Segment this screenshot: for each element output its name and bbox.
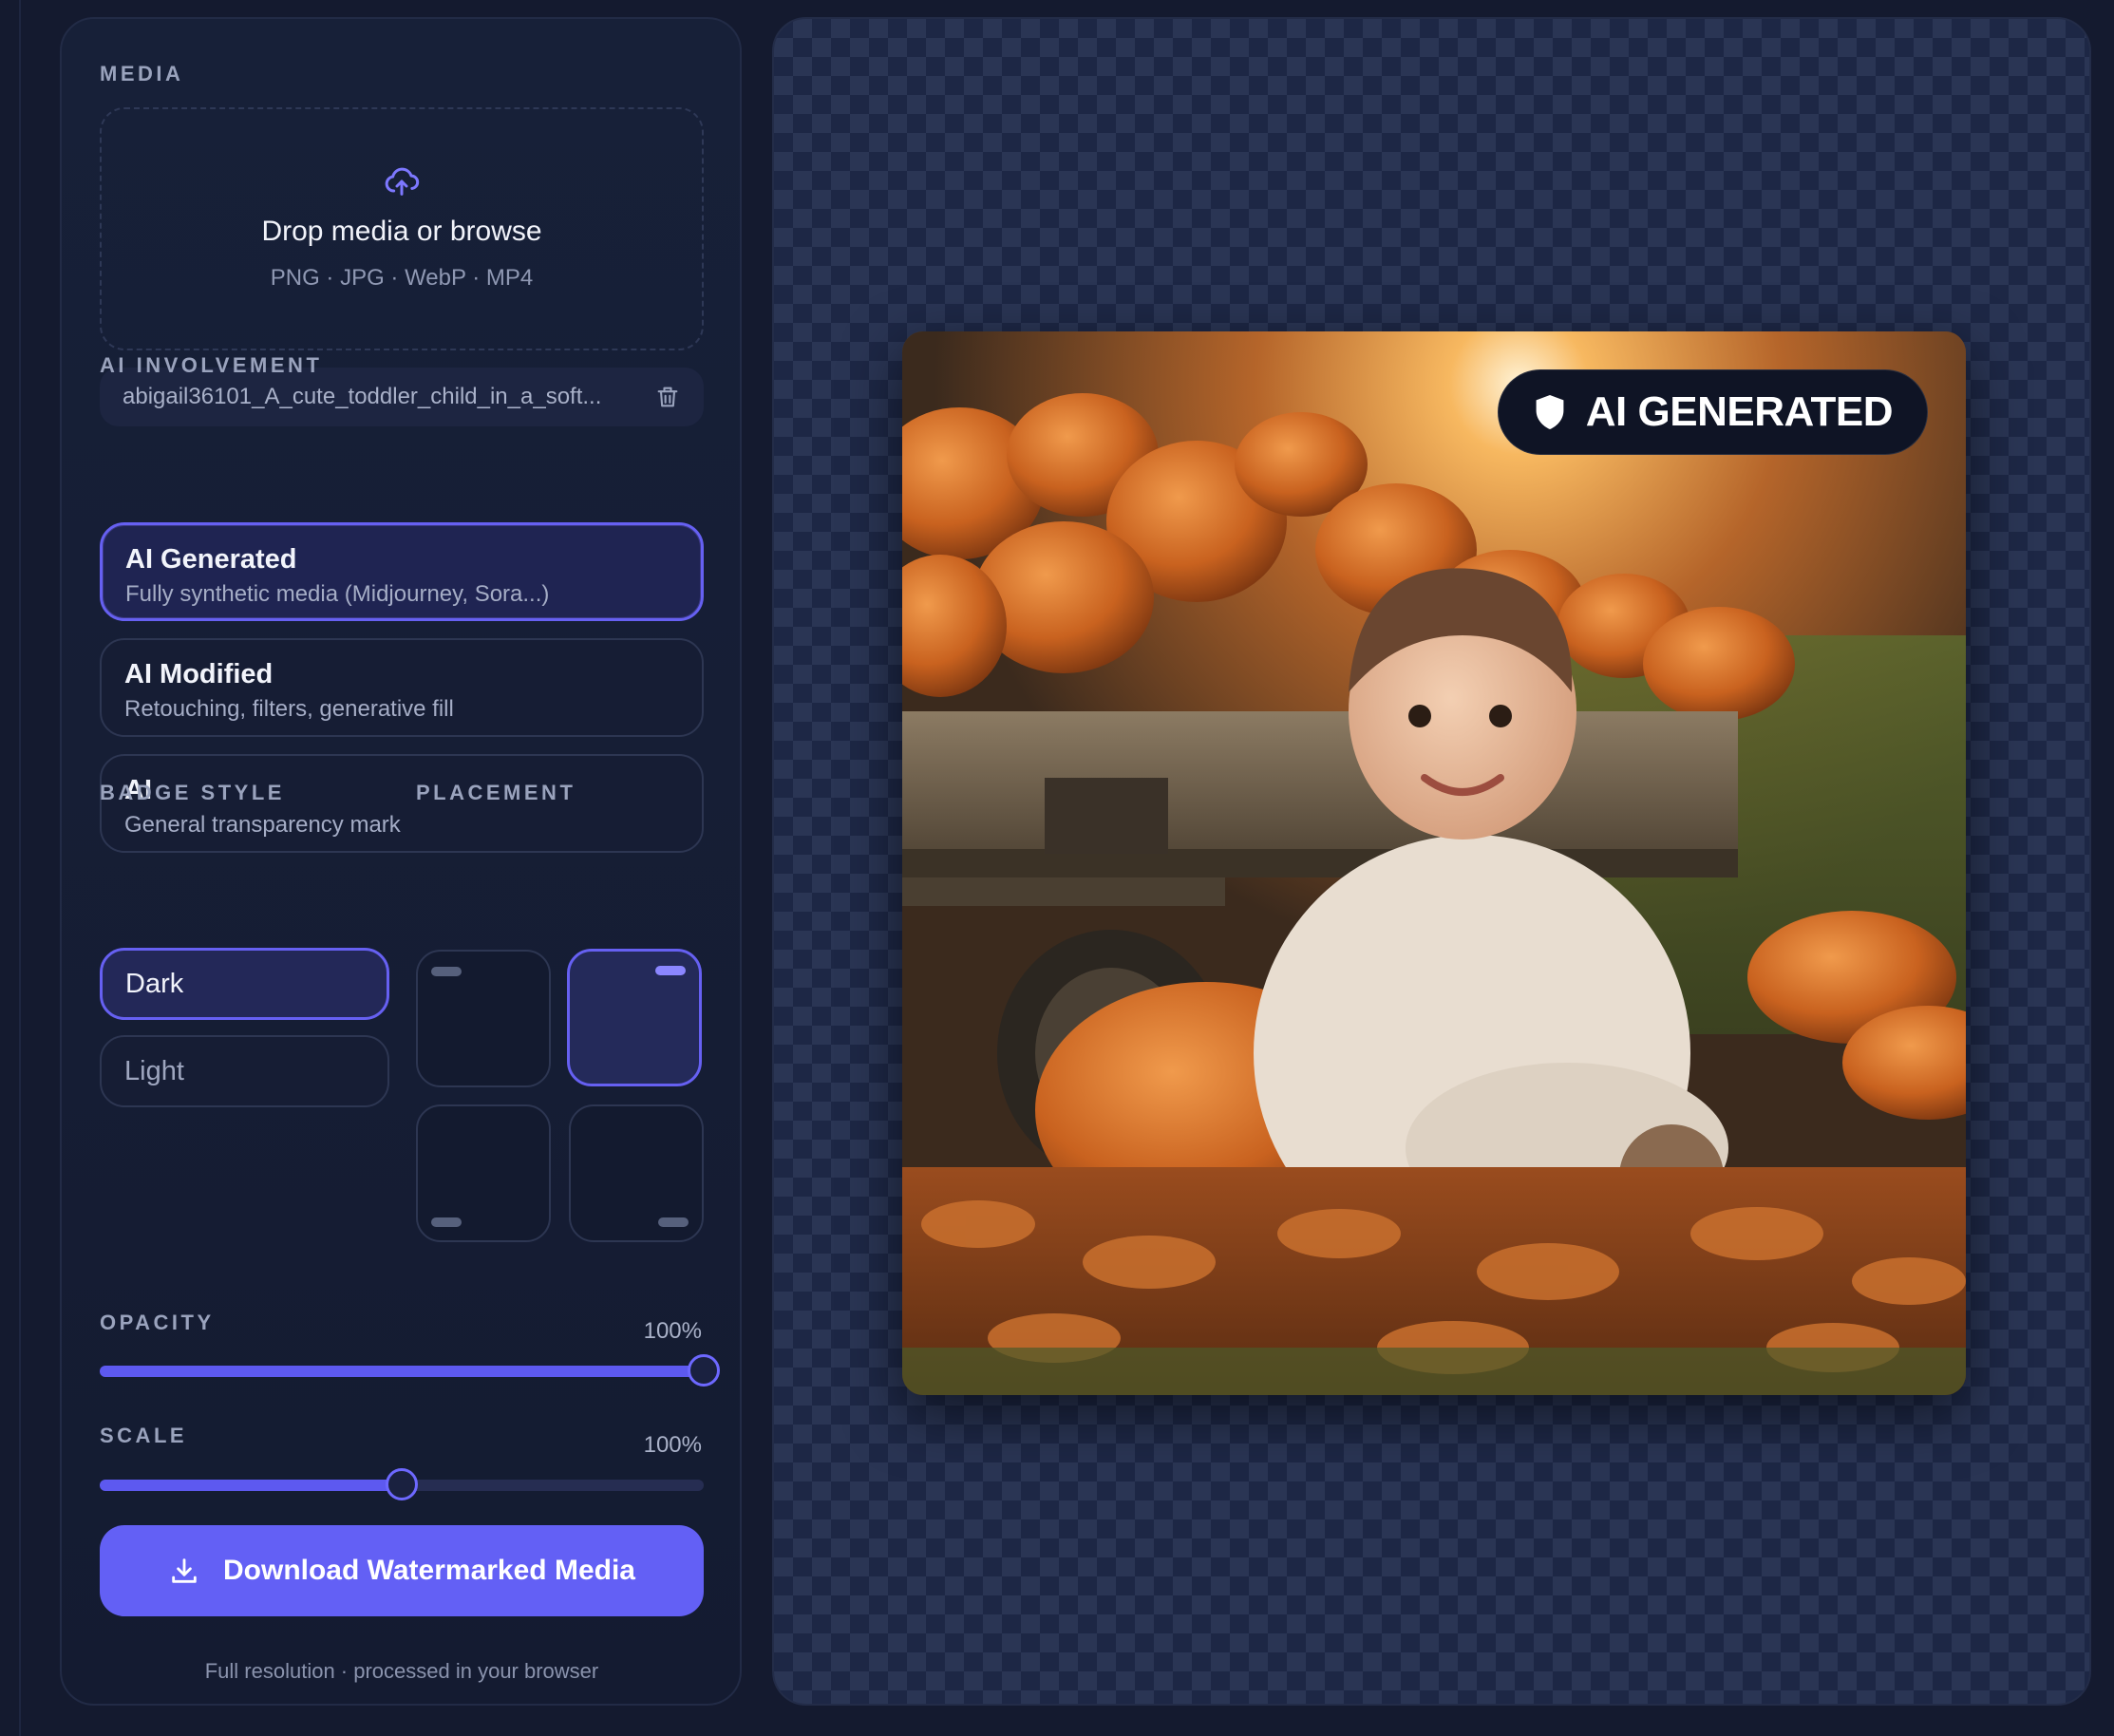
ai-watermark-badge: AI GENERATED xyxy=(1497,369,1928,455)
placement-top-left[interactable] xyxy=(416,950,551,1087)
download-button[interactable]: Download Watermarked Media xyxy=(100,1525,704,1616)
opacity-slider-thumb[interactable] xyxy=(688,1354,720,1387)
settings-panel: MEDIA Drop media or browse PNG · JPG · W… xyxy=(60,17,742,1706)
ai-involvement-section-label: AI INVOLVEMENT xyxy=(100,353,323,377)
opacity-value: 100% xyxy=(643,1318,702,1344)
download-icon xyxy=(172,1558,197,1583)
placement-bottom-left[interactable] xyxy=(416,1104,551,1242)
badge-style-section-label: BADGE STYLE xyxy=(100,781,285,804)
placement-section-label: PLACEMENT xyxy=(416,781,576,804)
badge-style-dark[interactable]: Dark xyxy=(100,948,389,1020)
opacity-label: OPACITY xyxy=(100,1311,215,1334)
placement-indicator xyxy=(655,966,686,975)
opacity-slider-fill xyxy=(100,1366,704,1377)
download-button-label: Download Watermarked Media xyxy=(223,1555,635,1586)
option-subtitle: General transparency mark xyxy=(124,812,401,838)
scale-slider-thumb[interactable] xyxy=(386,1468,418,1500)
preview-image: AI GENERATED xyxy=(902,331,1966,1395)
page-edge-divider xyxy=(0,0,21,1736)
option-title: AI Generated xyxy=(125,544,297,575)
option-ai-modified[interactable]: AI Modified Retouching, filters, generat… xyxy=(100,638,704,737)
trash-icon[interactable] xyxy=(654,384,681,410)
option-title: AI Modified xyxy=(124,659,274,689)
placement-indicator xyxy=(431,1217,462,1227)
dropzone-title: Drop media or browse xyxy=(261,216,542,247)
scale-label: SCALE xyxy=(100,1424,188,1447)
placement-bottom-right[interactable] xyxy=(569,1104,704,1242)
toddler-pumpkin-photo xyxy=(902,331,1966,1395)
dropzone-formats: PNG · JPG · WebP · MP4 xyxy=(270,265,534,291)
opacity-slider[interactable] xyxy=(100,1354,720,1387)
download-footnote: Full resolution · processed in your brow… xyxy=(204,1659,599,1683)
file-name: abigail36101_A_cute_toddler_child_in_a_s… xyxy=(123,384,602,409)
preview-canvas: AI GENERATED xyxy=(772,17,2091,1706)
ai-badge-text: AI GENERATED xyxy=(1585,388,1894,435)
option-ai-generated[interactable]: AI Generated Fully synthetic media (Midj… xyxy=(100,522,704,621)
scale-slider-fill xyxy=(100,1480,402,1491)
scale-value: 100% xyxy=(643,1432,702,1458)
scale-slider[interactable] xyxy=(100,1468,704,1500)
placement-indicator xyxy=(658,1217,689,1227)
media-section-label: MEDIA xyxy=(100,62,184,85)
placement-indicator xyxy=(431,967,462,976)
option-subtitle: Fully synthetic media (Midjourney, Sora.… xyxy=(125,581,550,607)
placement-top-right[interactable] xyxy=(567,949,702,1086)
cloud-upload-icon xyxy=(385,167,420,196)
shield-icon xyxy=(1536,395,1564,429)
badge-style-light[interactable]: Light xyxy=(100,1035,389,1107)
option-subtitle: Retouching, filters, generative fill xyxy=(124,696,454,722)
media-dropzone[interactable]: Drop media or browse PNG · JPG · WebP · … xyxy=(100,107,704,350)
